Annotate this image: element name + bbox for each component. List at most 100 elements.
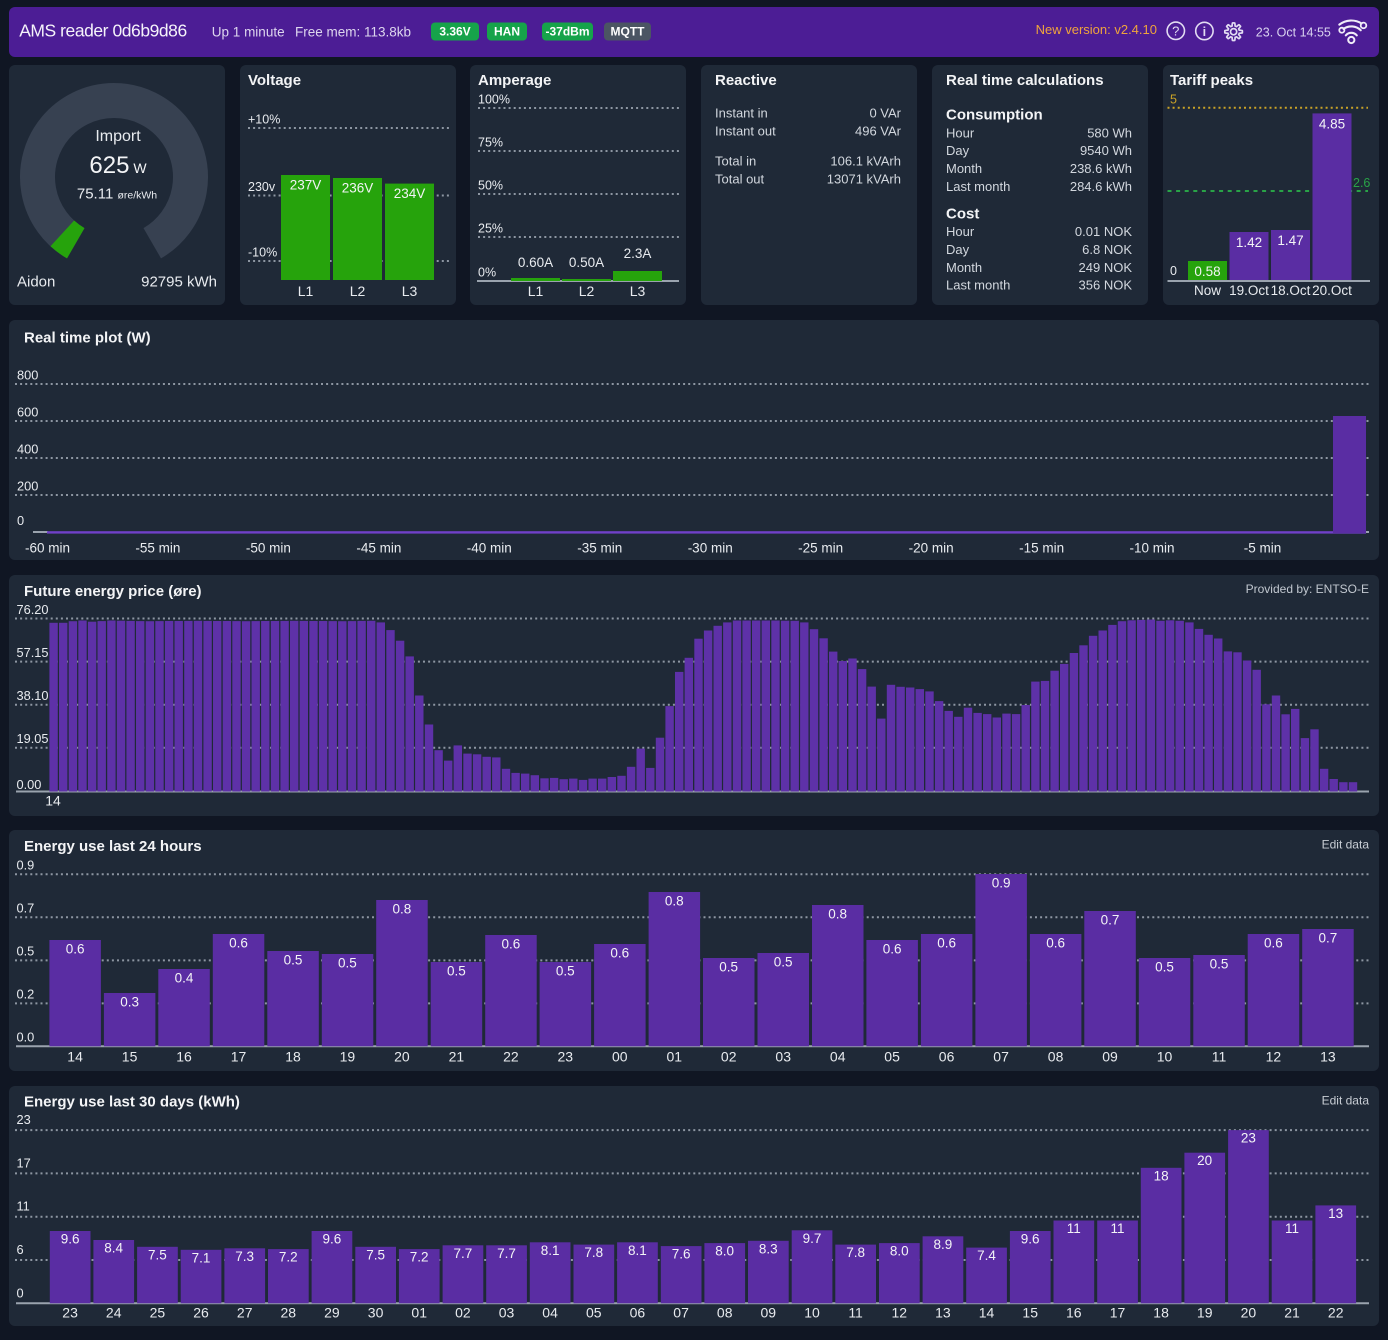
- svg-text:7.5: 7.5: [366, 1247, 385, 1262]
- svg-text:19.Oct: 19.Oct: [1229, 283, 1269, 298]
- svg-text:Up 1 minute: Up 1 minute: [212, 24, 285, 39]
- svg-text:237V: 237V: [290, 178, 322, 193]
- svg-text:0.01 NOK: 0.01 NOK: [1075, 224, 1132, 239]
- svg-text:0.6: 0.6: [937, 936, 956, 951]
- svg-text:-55 min: -55 min: [135, 541, 180, 556]
- svg-text:1.47: 1.47: [1277, 233, 1303, 248]
- svg-text:15: 15: [122, 1049, 138, 1065]
- svg-text:800: 800: [17, 368, 38, 383]
- svg-text:230v: 230v: [248, 180, 276, 194]
- svg-text:Amperage: Amperage: [478, 72, 551, 89]
- svg-text:249 NOK: 249 NOK: [1079, 260, 1133, 275]
- svg-text:7.8: 7.8: [846, 1245, 865, 1260]
- svg-text:-25 min: -25 min: [798, 541, 843, 556]
- svg-text:0: 0: [17, 1285, 24, 1300]
- svg-text:0.5: 0.5: [284, 953, 303, 968]
- svg-text:12: 12: [1266, 1049, 1282, 1065]
- svg-text:L3: L3: [630, 283, 646, 299]
- svg-text:18: 18: [285, 1049, 301, 1065]
- svg-text:Energy use last 30 days (kWh): Energy use last 30 days (kWh): [24, 1094, 240, 1111]
- svg-text:9.7: 9.7: [803, 1231, 822, 1246]
- svg-text:02: 02: [721, 1049, 737, 1065]
- svg-text:Month: Month: [946, 161, 982, 176]
- svg-text:11: 11: [848, 1305, 863, 1321]
- svg-text:AMS reader 0d6b9d86: AMS reader 0d6b9d86: [19, 21, 187, 41]
- svg-text:0.5: 0.5: [17, 944, 35, 959]
- svg-text:8.3: 8.3: [759, 1241, 778, 1256]
- svg-text:08: 08: [717, 1305, 733, 1321]
- svg-text:400: 400: [17, 442, 38, 457]
- svg-text:234V: 234V: [394, 186, 426, 201]
- svg-text:20.Oct: 20.Oct: [1312, 283, 1352, 298]
- svg-text:16: 16: [1066, 1305, 1082, 1321]
- svg-text:Hour: Hour: [946, 125, 975, 140]
- svg-text:7.7: 7.7: [497, 1246, 516, 1261]
- svg-text:04: 04: [542, 1305, 558, 1321]
- svg-text:14: 14: [979, 1305, 995, 1321]
- svg-text:Future energy price (øre): Future energy price (øre): [24, 583, 202, 600]
- svg-text:7.7: 7.7: [454, 1246, 473, 1261]
- svg-text:Total out: Total out: [715, 172, 765, 187]
- svg-text:Energy use last 24 hours: Energy use last 24 hours: [24, 838, 202, 855]
- svg-text:0.6: 0.6: [610, 946, 629, 961]
- svg-text:L2: L2: [579, 283, 595, 299]
- svg-text:16: 16: [176, 1049, 192, 1065]
- svg-text:22: 22: [503, 1049, 519, 1065]
- svg-text:Instant out: Instant out: [715, 124, 776, 139]
- svg-text:02: 02: [455, 1305, 471, 1321]
- svg-text:580 Wh: 580 Wh: [1087, 125, 1132, 140]
- svg-text:L3: L3: [402, 283, 418, 299]
- svg-text:0.5: 0.5: [338, 956, 357, 971]
- svg-text:0.8: 0.8: [393, 902, 412, 917]
- svg-text:3.36V: 3.36V: [439, 25, 470, 39]
- svg-text:1.42: 1.42: [1236, 235, 1262, 250]
- svg-text:18.Oct: 18.Oct: [1271, 283, 1311, 298]
- svg-text:12: 12: [892, 1305, 908, 1321]
- svg-text:6: 6: [17, 1242, 24, 1257]
- svg-text:0.5: 0.5: [774, 955, 793, 970]
- svg-text:0.6: 0.6: [229, 936, 248, 951]
- svg-text:0.0: 0.0: [17, 1030, 35, 1045]
- svg-text:23: 23: [17, 1112, 31, 1127]
- svg-text:09: 09: [761, 1305, 777, 1321]
- svg-text:7.2: 7.2: [279, 1250, 298, 1265]
- svg-text:236V: 236V: [342, 181, 374, 196]
- svg-text:Provided by: ENTSO-E: Provided by: ENTSO-E: [1246, 582, 1369, 596]
- svg-text:23. Oct 14:55: 23. Oct 14:55: [1256, 26, 1331, 40]
- svg-text:08: 08: [1048, 1049, 1064, 1065]
- svg-text:0.5: 0.5: [1155, 960, 1174, 975]
- svg-text:-37dBm: -37dBm: [545, 25, 589, 39]
- svg-text:07: 07: [993, 1049, 1009, 1065]
- svg-text:HAN: HAN: [494, 25, 520, 39]
- svg-text:13: 13: [1320, 1049, 1336, 1065]
- svg-text:9540 Wh: 9540 Wh: [1080, 143, 1132, 158]
- svg-text:-60 min: -60 min: [25, 541, 70, 556]
- svg-text:0.2: 0.2: [17, 987, 35, 1002]
- svg-text:03: 03: [499, 1305, 515, 1321]
- svg-text:03: 03: [775, 1049, 791, 1065]
- svg-text:-45 min: -45 min: [356, 541, 401, 556]
- svg-text:Edit data: Edit data: [1322, 838, 1370, 852]
- svg-text:0.5: 0.5: [447, 964, 466, 979]
- svg-text:25: 25: [150, 1305, 166, 1321]
- svg-text:0.8: 0.8: [665, 894, 684, 909]
- svg-text:0.6: 0.6: [66, 942, 85, 957]
- svg-text:i: i: [1203, 25, 1206, 39]
- svg-text:29: 29: [324, 1305, 340, 1321]
- svg-text:20: 20: [1197, 1153, 1212, 1168]
- svg-text:57.15: 57.15: [17, 645, 49, 660]
- svg-text:Instant in: Instant in: [715, 106, 768, 121]
- svg-text:-40 min: -40 min: [467, 541, 512, 556]
- svg-text:11: 11: [1212, 1049, 1227, 1065]
- svg-text:0.7: 0.7: [1319, 931, 1338, 946]
- svg-text:Last month: Last month: [946, 179, 1010, 194]
- svg-text:28: 28: [281, 1305, 297, 1321]
- svg-text:Cost: Cost: [946, 205, 979, 222]
- svg-text:284.6 kWh: 284.6 kWh: [1070, 179, 1132, 194]
- svg-text:0: 0: [17, 513, 24, 528]
- svg-text:7.5: 7.5: [148, 1247, 167, 1262]
- svg-text:23: 23: [62, 1305, 78, 1321]
- svg-text:L1: L1: [298, 283, 314, 299]
- svg-text:06: 06: [939, 1049, 955, 1065]
- svg-text:05: 05: [586, 1305, 602, 1321]
